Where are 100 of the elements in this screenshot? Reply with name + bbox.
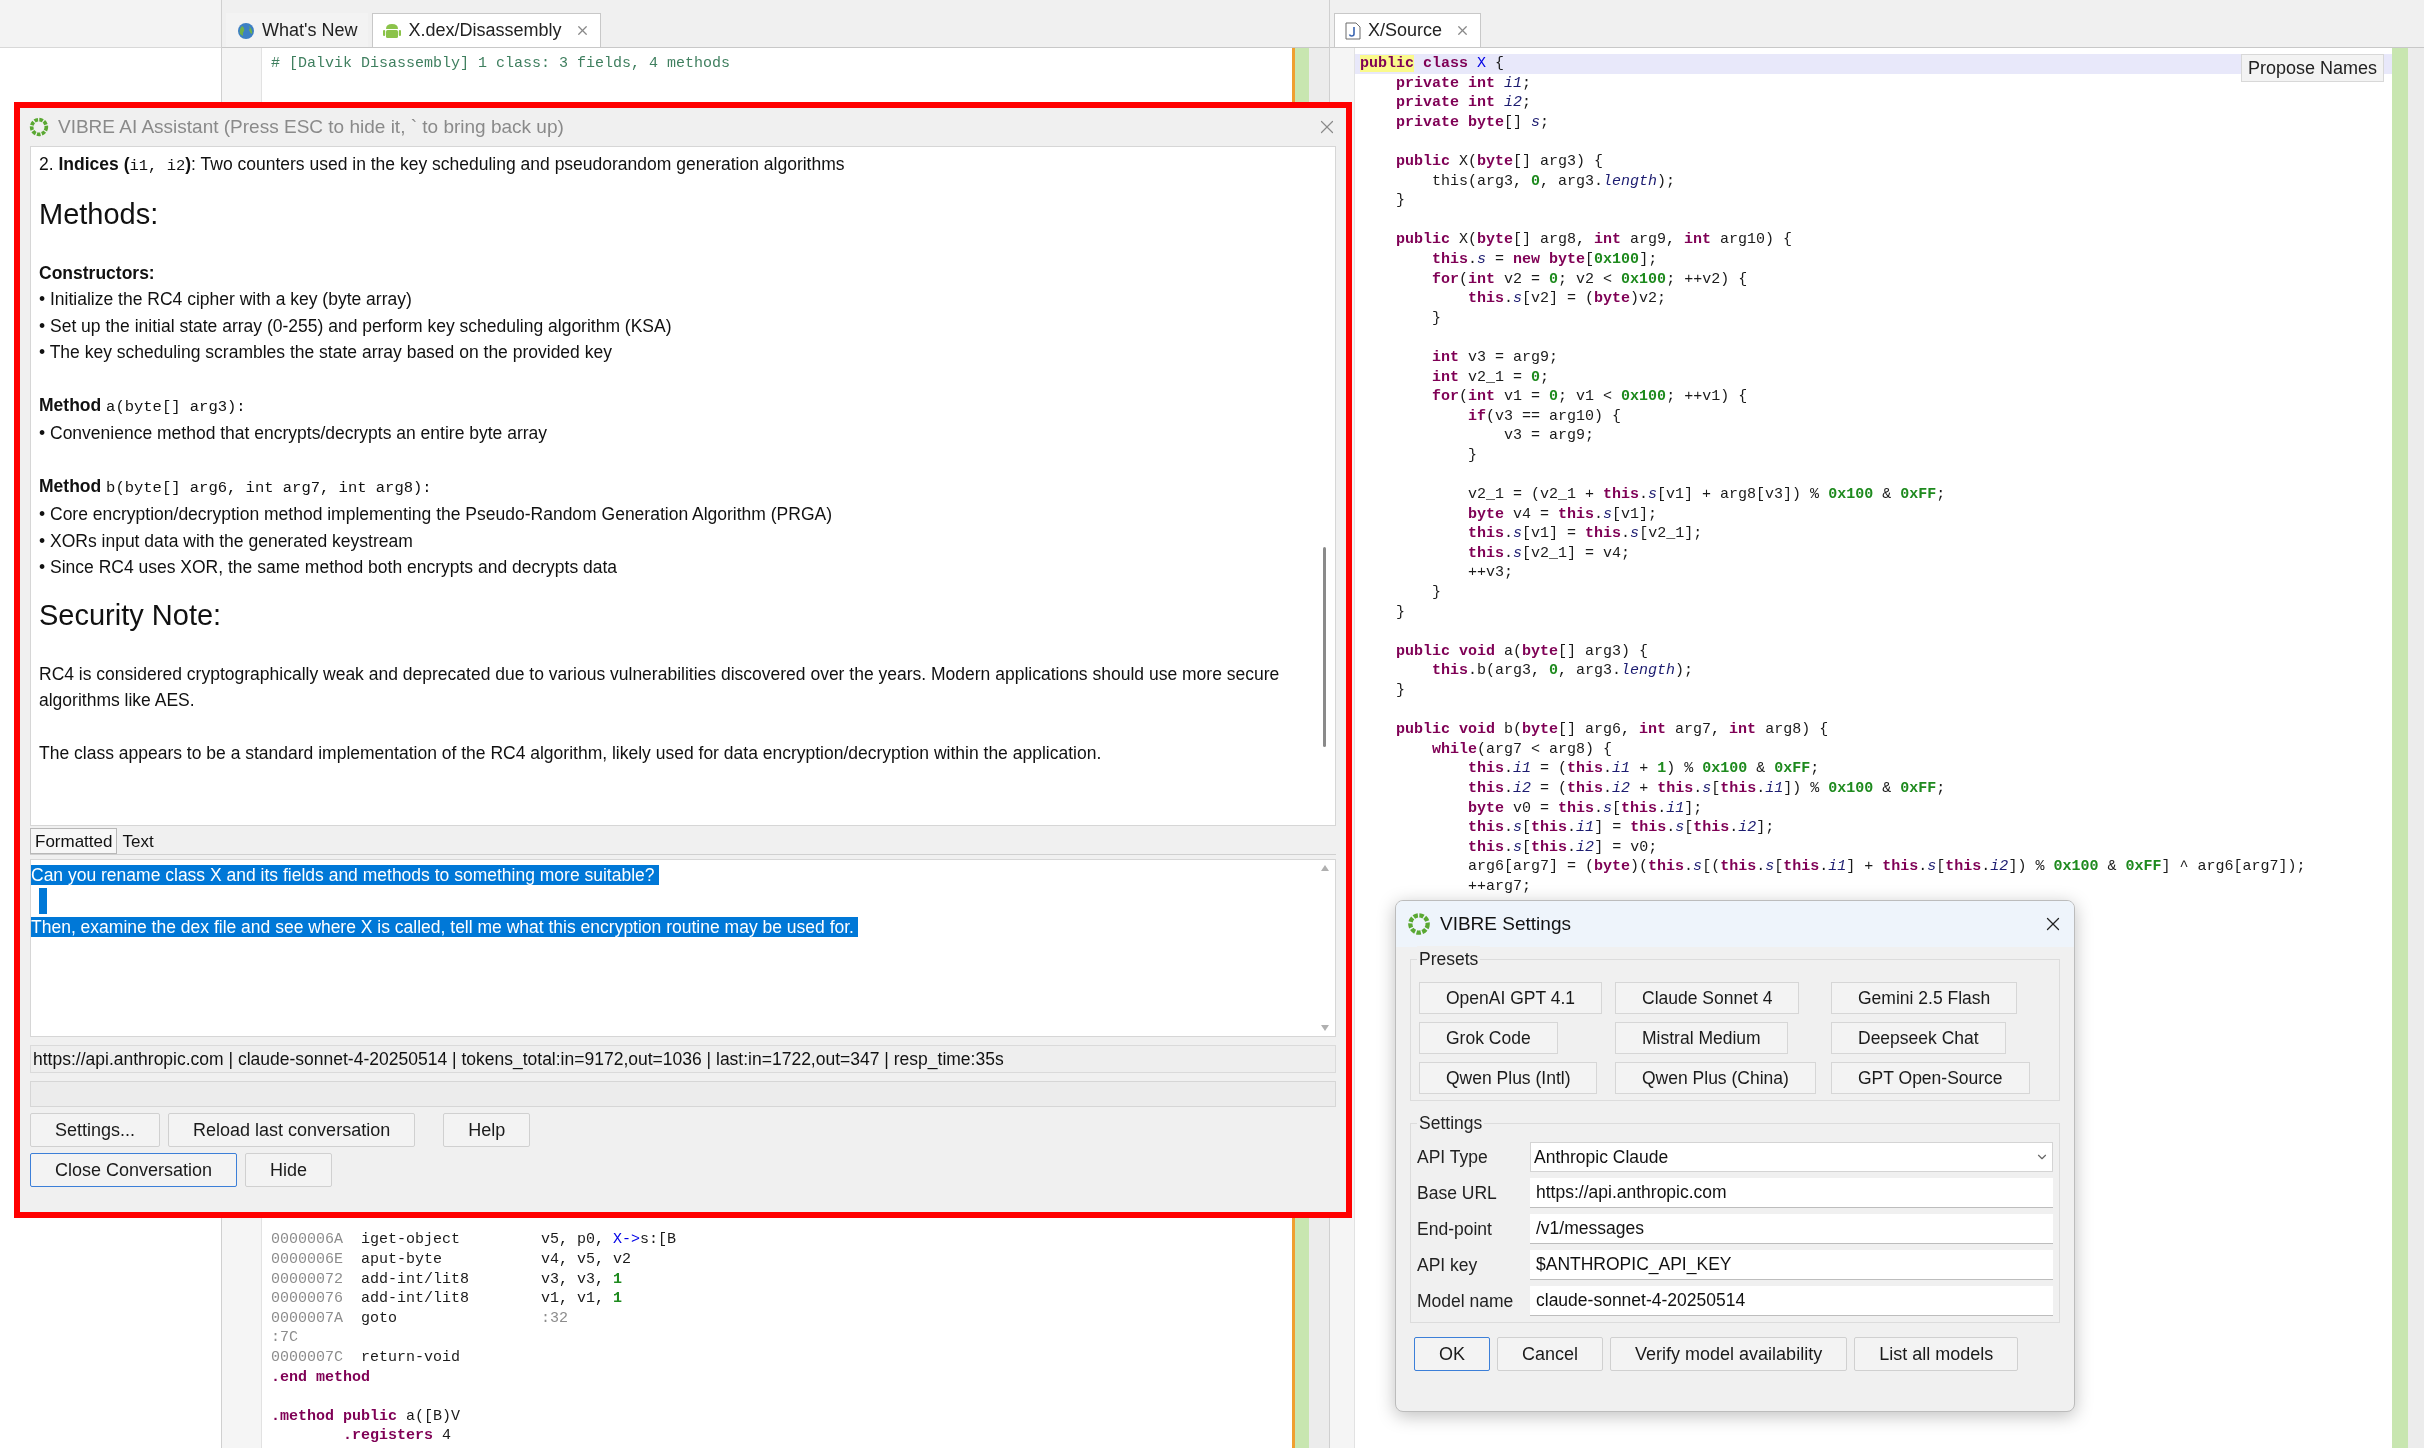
code-line: .registers 4 — [342, 1426, 452, 1446]
code-line: this.i2 = (this.i2 + this.s[this.i1]) % 0x100 & 0xFF; — [1467, 778, 1946, 799]
status-field: https://api.anthropic.com | claude-sonnet-4-20250514 | tokens_total:in=9172,out=1036 | last:in=1722,out=347 | resp_time:35s — [30, 1045, 1336, 1073]
response-text: • The key scheduling scrambles the state array based on the provided key — [39, 341, 613, 364]
input-field[interactable]: claude-sonnet-4-20250514 — [1530, 1286, 2053, 1316]
code-line: this.s[v2] = (byte)v2; — [1467, 289, 1667, 309]
input-field[interactable]: https://api.anthropic.com — [1530, 1178, 2053, 1208]
code-line: private byte[] s; — [1395, 112, 1550, 133]
code-line: public void a(byte[] arg3) { — [1395, 641, 1649, 662]
code-line: } — [1395, 681, 1405, 701]
preset-button[interactable]: Qwen Plus (Intl) — [1419, 1062, 1598, 1094]
response-text: • Core encryption/decryption method implementing the Pseudo-Random Generation Algorithm (PRGA) — [39, 503, 834, 526]
code-line: for(int v1 = 0; v1 < 0x100; ++v1) { — [1431, 387, 1748, 407]
response-text: RC4 is considered cryptographically weak and deprecated due to various vulnerabilities discovered over the years. Modern applications should use more secure algorithms like AES. — [39, 662, 1281, 712]
code-line: this.i1 = (this.i1 + 1) % 0x100 & 0xFF; — [1467, 759, 1820, 779]
code-line: for(int v2 = 0; v2 < 0x100; ++v2) { — [1431, 269, 1748, 290]
code-line: this.b(arg3, 0, arg3.length); — [1431, 661, 1694, 681]
dialog-button[interactable]: List all models — [1854, 1337, 2019, 1371]
scroll-up-icon[interactable] — [1320, 864, 1330, 872]
preset-button[interactable]: Grok Code — [1419, 1022, 1558, 1054]
dialog-button[interactable]: Hide — [245, 1153, 333, 1187]
code-line: private int i1; — [1395, 73, 1532, 94]
ring-logo-icon — [28, 116, 50, 138]
field-label: API Type — [1417, 1145, 1489, 1169]
window-title: VIBRE AI Assistant (Press ESC to hide it, ` to bring back up) — [58, 114, 564, 139]
code-line: # [Dalvik Disassembly] 1 class: 3 fields, 4 methods — [271, 54, 731, 74]
code-line: this.s[v1] = this.s[v2_1]; — [1467, 524, 1703, 544]
dialog-button[interactable]: Reload last conversation — [168, 1113, 416, 1147]
code-line: byte v0 = this.s[this.i1]; — [1467, 798, 1703, 819]
scroll-down-icon[interactable] — [1320, 1024, 1330, 1032]
code-line: ++v3; — [1467, 563, 1514, 584]
code-line: this.s = new byte[0x100]; — [1431, 249, 1658, 270]
dialog-button[interactable]: Help — [443, 1113, 531, 1147]
code-line: } — [1431, 308, 1441, 329]
section-heading: Methods: — [39, 196, 160, 232]
code-line: public class X { — [1360, 54, 1505, 74]
code-line: v3 = arg9; — [1503, 426, 1595, 446]
dialog-button[interactable]: Close Conversation — [30, 1153, 238, 1187]
globe-icon — [237, 21, 255, 40]
code-line: :7C — [271, 1328, 298, 1349]
code-line: this.s[this.i2] = v0; — [1467, 837, 1658, 858]
code-line: int v3 = arg9; — [1431, 347, 1559, 368]
view-tab[interactable]: Text — [117, 828, 159, 854]
view-tab[interactable]: Formatted — [30, 828, 118, 854]
preset-button[interactable]: OpenAI GPT 4.1 — [1419, 982, 1603, 1014]
dialog-button[interactable]: Cancel — [1497, 1337, 1604, 1371]
code-line: } — [1431, 583, 1441, 603]
code-line: } — [1467, 445, 1478, 466]
response-text: • Convenience method that encrypts/decrypts an entire byte array — [39, 422, 549, 445]
input-field[interactable]: $ANTHROPIC_API_KEY — [1530, 1250, 2053, 1280]
field-label: Model name — [1417, 1289, 1515, 1313]
preset-button[interactable]: Claude Sonnet 4 — [1615, 982, 1800, 1014]
editor-tab[interactable]: X.dex/Disassembly — [372, 13, 601, 47]
dialog-title: VIBRE Settings — [1440, 911, 1571, 936]
code-line: arg6[arg7] = (byte)(this.s[(this.s[this.i1] + this.s[this.i2]) % 0x100 & 0xFF] ^ arg6[arg7]); — [1467, 857, 2306, 877]
response-text: • Since RC4 uses XOR, the same method both encrypts and decrypts data — [39, 556, 619, 579]
code-line: 00000076 add-int/lit8 v1, v1, 1 — [271, 1289, 623, 1309]
api-type-select[interactable]: Anthropic Claude — [1530, 1142, 2053, 1172]
preset-button[interactable]: Qwen Plus (China) — [1615, 1062, 1816, 1094]
code-line: while(arg7 < arg8) { — [1431, 739, 1613, 760]
code-line: .method public a([B)V — [271, 1406, 461, 1427]
code-line: this.s[this.i1] = this.s[this.i2]; — [1467, 818, 1775, 838]
code-line: this(arg3, 0, arg3.length); — [1431, 171, 1676, 192]
code-line: } — [1395, 191, 1405, 211]
response-text: • Initialize the RC4 cipher with a key (byte array) — [39, 288, 413, 311]
propose-names-button[interactable]: Propose Names — [2240, 54, 2384, 82]
field-label: API key — [1417, 1253, 1479, 1277]
code-line: 0000007C return-void — [271, 1348, 461, 1368]
code-line: this.s[v2_1] = v4; — [1467, 543, 1631, 564]
response-text: Constructors: — [39, 261, 156, 285]
response-text: 2. Indices (i1, i2): Two counters used in the key scheduling and pseudorandom generation algorithms — [39, 153, 846, 177]
code-line: } — [1395, 602, 1405, 623]
preset-button[interactable]: Deepseek Chat — [1831, 1022, 2006, 1054]
input-field[interactable]: /v1/messages — [1530, 1214, 2053, 1244]
code-line: public X(byte[] arg3) { — [1395, 151, 1604, 172]
code-line: public X(byte[] arg8, int arg9, int arg10) { — [1395, 230, 1793, 250]
code-line: v2_1 = (v2_1 + this.s[v1] + arg8[v3]) % 0x100 & 0xFF; — [1467, 485, 1946, 505]
code-line: 0000007A goto :32 — [271, 1308, 569, 1329]
response-text: Method a(byte[] arg3): — [39, 393, 247, 418]
prompt-field[interactable]: Can you rename class X and its fields and methods to something more suitable? Then, examine the dex file and see where X is called, tell me what this encryption routine may be used for. — [30, 859, 1336, 1037]
dialog-button[interactable]: Settings... — [30, 1113, 161, 1147]
response-text: Method b(byte[] arg6, int arg7, int arg8): — [39, 474, 433, 499]
preset-button[interactable]: GPT Open-Source — [1831, 1062, 2030, 1094]
preset-button[interactable]: Mistral Medium — [1615, 1022, 1788, 1054]
response-text: The class appears to be a standard implementation of the RC4 algorithm, likely used for data encryption/decryption within the application. — [39, 741, 1103, 765]
ring-logo-icon — [1406, 911, 1432, 937]
dialog-button[interactable]: Verify model availability — [1610, 1337, 1848, 1371]
dialog-button[interactable]: OK — [1414, 1337, 1490, 1371]
scrollbar-thumb[interactable] — [1322, 547, 1326, 747]
section-heading: Security Note: — [39, 597, 223, 633]
field-label: Base URL — [1417, 1181, 1498, 1205]
response-text: • Set up the initial state array (0-255) and perform key scheduling algorithm (KSA) — [39, 314, 673, 338]
editor-tab[interactable]: X/Source — [1334, 13, 1482, 47]
code-line: 0000006E aput-byte v4, v5, v2 — [271, 1250, 632, 1270]
response-text: • XORs input data with the generated keystream — [39, 529, 414, 553]
code-line: .end method — [271, 1367, 371, 1388]
preset-button[interactable]: Gemini 2.5 Flash — [1831, 982, 2018, 1014]
code-line: ++arg7; — [1467, 876, 1532, 897]
java-file-icon — [1345, 21, 1361, 40]
code-line: int v2_1 = 0; — [1431, 367, 1550, 388]
